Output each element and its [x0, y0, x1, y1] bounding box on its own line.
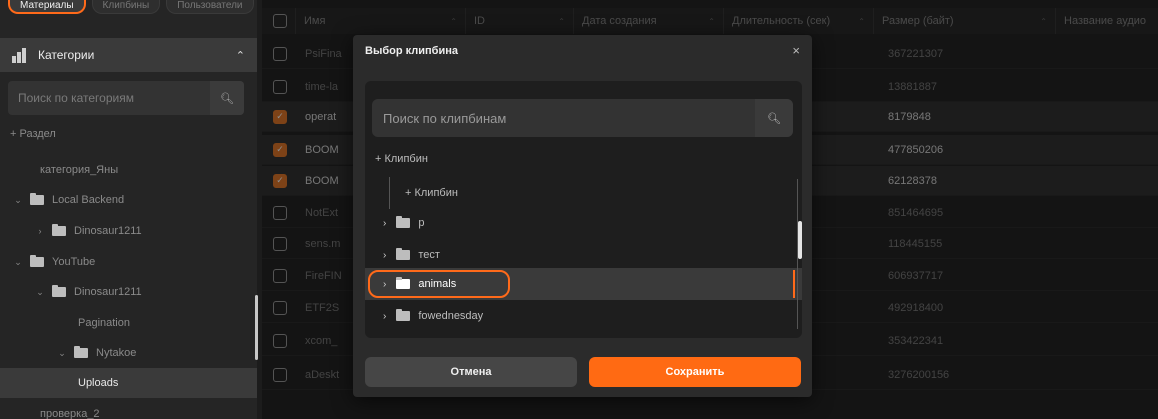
sidebar-item-kategoriya-yany[interactable]: категория_Яны [0, 155, 257, 185]
add-clipbin-label: + Клипбин [375, 153, 428, 165]
dialog-title: Выбор клипбина [365, 45, 458, 57]
category-search-input[interactable]: Поиск по категориям 🔍︎ [8, 81, 244, 115]
sidebar-scrollbar[interactable] [255, 295, 258, 360]
folder-open-icon [52, 285, 66, 297]
app-root: Материалы Клипбины Пользователи Категори… [0, 0, 1158, 419]
categories-title: Категории [38, 48, 95, 62]
chevron-right-icon[interactable]: › [383, 218, 386, 229]
tab-materials[interactable]: Материалы [8, 0, 86, 14]
cancel-button[interactable]: Отмена [365, 357, 577, 387]
sidebar-item-label: Uploads [78, 377, 119, 389]
sidebar-item-label: проверка_2 [40, 408, 100, 419]
add-clipbin-label: + Клипбин [405, 187, 458, 199]
sidebar-item-dinosaur1211[interactable]: › Dinosaur1211 [0, 216, 257, 246]
chevron-down-icon[interactable]: ⌄ [12, 195, 24, 206]
clipbin-item-label: тест [418, 249, 440, 261]
selection-highlight-outline [368, 270, 510, 298]
sidebar-item-local-backend[interactable]: ⌄ Local Backend [0, 185, 257, 215]
clipbin-scrollbar[interactable] [798, 221, 802, 259]
categories-icon [12, 47, 28, 63]
chevron-right-icon[interactable]: › [383, 311, 386, 322]
sidebar-item-dinosaur1211-youtube[interactable]: ⌄ Dinosaur1211 [0, 277, 257, 307]
add-section-label: + Раздел [10, 128, 56, 140]
sidebar-item-label: Dinosaur1211 [74, 225, 142, 237]
clipbin-item-fowednesday[interactable]: › fowednesday [365, 300, 802, 332]
sidebar-item-proverka-2[interactable]: проверка_2 [0, 399, 257, 419]
category-search-placeholder: Поиск по категориям [18, 91, 134, 105]
close-icon[interactable]: × [792, 43, 800, 58]
add-section-button[interactable]: + Раздел [0, 119, 257, 149]
clipbin-item-label: fowednesday [418, 310, 484, 322]
tab-clipbins[interactable]: Клипбины [91, 0, 161, 14]
sidebar-item-label: категория_Яны [40, 164, 119, 176]
sidebar: Материалы Клипбины Пользователи Категори… [0, 0, 258, 419]
chevron-right-icon[interactable]: › [383, 250, 386, 261]
chevron-down-icon[interactable]: ⌄ [12, 257, 24, 268]
folder-icon [52, 224, 66, 236]
sidebar-item-label: YouTube [52, 256, 96, 268]
add-clipbin-button[interactable]: + Клипбин [365, 143, 802, 175]
save-button[interactable]: Сохранить [589, 357, 801, 387]
tab-users[interactable]: Пользователи [166, 0, 254, 14]
folder-open-icon [30, 255, 44, 267]
clipbin-item-r[interactable]: › р [365, 207, 802, 239]
sidebar-item-label: Dinosaur1211 [74, 286, 142, 298]
clipbin-search-input[interactable]: Поиск по клипбинам 🔍︎ [372, 99, 793, 137]
sidebar-item-uploads[interactable]: Uploads [0, 368, 257, 398]
clipbin-select-dialog: Выбор клипбина × Поиск по клипбинам 🔍︎ +… [353, 35, 812, 397]
search-icon[interactable]: 🔍︎ [210, 81, 244, 115]
sidebar-item-label: Pagination [78, 317, 130, 329]
sidebar-item-label: Local Backend [52, 194, 125, 206]
folder-icon [396, 309, 411, 321]
chevron-down-icon[interactable]: ⌄ [34, 287, 46, 298]
categories-header[interactable]: Категории ⌃ [0, 38, 257, 72]
clipbin-item-test[interactable]: › тест [365, 239, 802, 271]
folder-icon [396, 248, 411, 260]
add-nested-clipbin-button[interactable]: + Клипбин [365, 177, 802, 209]
folder-open-icon [30, 193, 44, 205]
selection-indicator [793, 270, 795, 298]
folder-icon [396, 216, 411, 228]
search-icon[interactable]: 🔍︎ [755, 99, 793, 137]
folder-open-icon [74, 346, 88, 358]
clipbin-tree-panel: Поиск по клипбинам 🔍︎ + Клипбин + Клипби… [365, 81, 802, 338]
sidebar-item-nytakoe[interactable]: ⌄ Nytakoe [0, 338, 257, 368]
top-tabs: Материалы Клипбины Пользователи [0, 0, 254, 30]
clipbin-search-placeholder: Поиск по клипбинам [383, 110, 507, 126]
chevron-up-icon[interactable]: ⌃ [236, 49, 245, 62]
clipbin-item-label: р [418, 217, 425, 229]
chevron-down-icon[interactable]: ⌄ [56, 348, 68, 359]
sidebar-item-label: Nytakoe [96, 347, 137, 359]
sidebar-item-youtube[interactable]: ⌄ YouTube [0, 247, 257, 277]
chevron-right-icon[interactable]: › [34, 226, 46, 236]
sidebar-item-pagination[interactable]: Pagination [0, 308, 257, 338]
